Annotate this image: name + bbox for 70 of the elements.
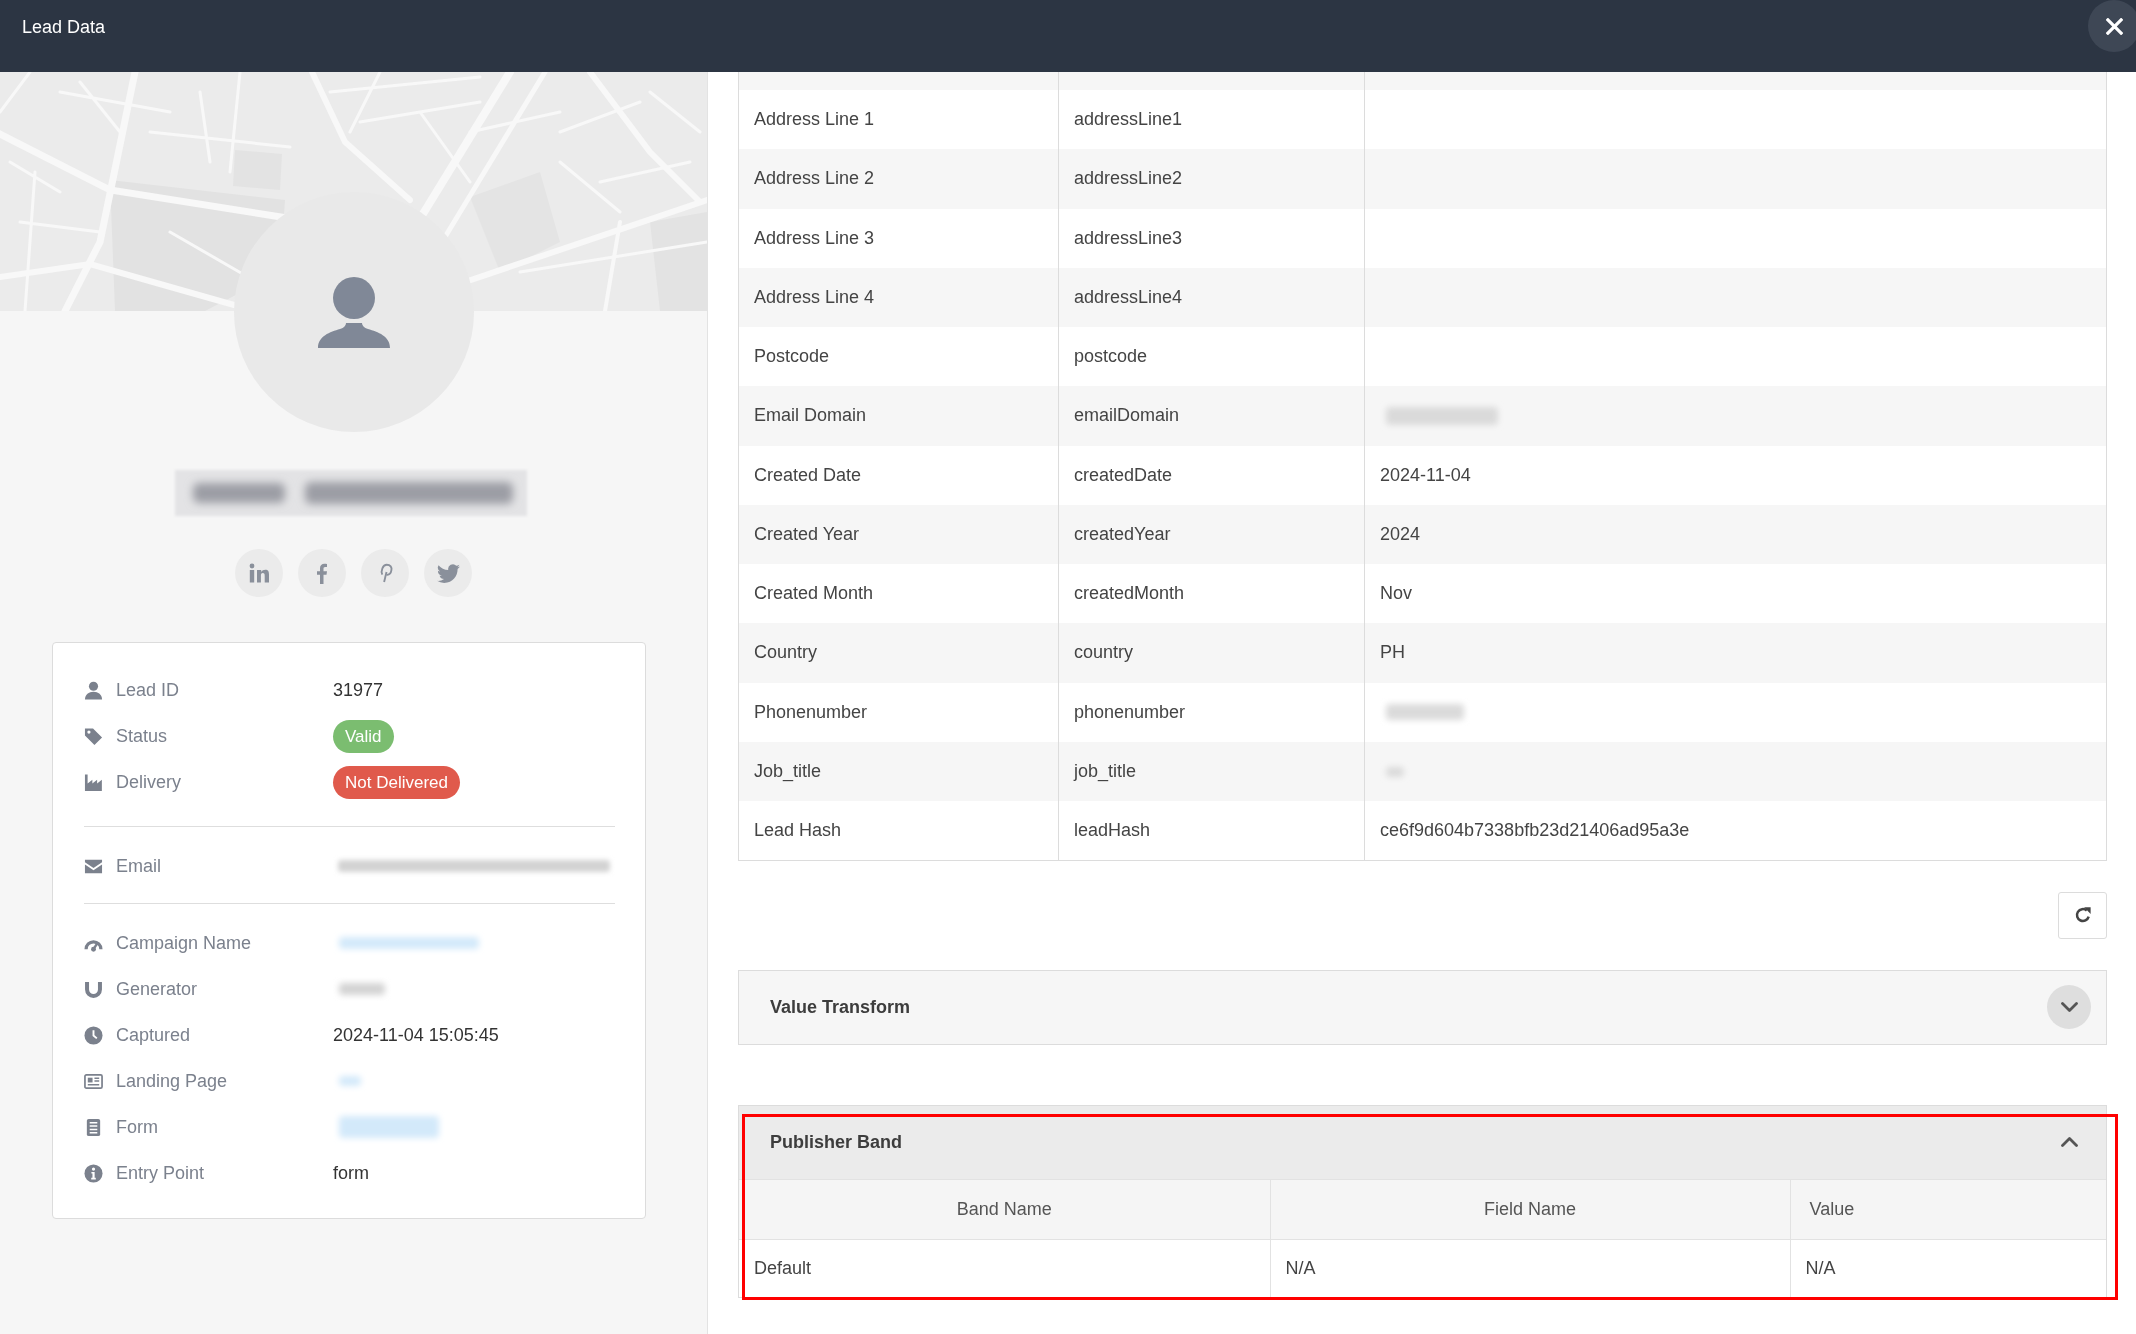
field-value: 31977 bbox=[333, 678, 384, 702]
table-cell: Address Line 4 bbox=[738, 267, 1059, 327]
field-label: Lead ID bbox=[116, 678, 180, 702]
field-label: Email bbox=[116, 854, 161, 878]
factory-icon bbox=[84, 772, 103, 792]
table-cell: N/A bbox=[1270, 1239, 1790, 1298]
user-icon bbox=[84, 680, 103, 700]
table-cell: phonenumber bbox=[1058, 682, 1365, 742]
field-value: 2024-11-04 15:05:45 bbox=[333, 1023, 499, 1047]
status-badge: Valid bbox=[333, 719, 394, 753]
field-label: Landing Page bbox=[116, 1069, 228, 1093]
refresh-icon bbox=[2073, 906, 2092, 925]
facebook-icon bbox=[316, 562, 328, 584]
table-cell: Lead Hash bbox=[738, 801, 1059, 861]
column-header: Field Name bbox=[1270, 1179, 1790, 1240]
field-label: Delivery bbox=[116, 770, 181, 794]
chevron-up-icon bbox=[2060, 1137, 2078, 1148]
twitter-icon bbox=[436, 563, 460, 583]
table-cell: addressLine3 bbox=[1058, 208, 1365, 268]
field-label: Form bbox=[116, 1115, 158, 1139]
table-cell: Country bbox=[738, 623, 1059, 683]
document-icon bbox=[84, 1117, 103, 1137]
table-cell: emailDomain bbox=[1058, 386, 1365, 446]
close-button[interactable] bbox=[2088, 0, 2136, 52]
column-header: Band Name bbox=[739, 1179, 1270, 1240]
table-cell: createdYear bbox=[1058, 504, 1365, 564]
newspaper-icon bbox=[84, 1071, 103, 1091]
table-cell: ce6f9d604b7338bfb23d21406ad95a3e bbox=[1364, 801, 2107, 861]
table-cell: job_title bbox=[1058, 741, 1365, 801]
table-cell: Email Domain bbox=[738, 386, 1059, 446]
panel-title: Value Transform bbox=[770, 995, 911, 1019]
field-label: Campaign Name bbox=[116, 931, 252, 955]
table-cell: Created Date bbox=[738, 445, 1059, 505]
social-link-button[interactable] bbox=[235, 549, 283, 597]
table-cell: Address Line 2 bbox=[738, 149, 1059, 209]
person-icon bbox=[317, 276, 390, 348]
table-cell: PH bbox=[1364, 623, 2107, 683]
refresh-button[interactable] bbox=[2058, 891, 2107, 939]
table-cell: addressLine4 bbox=[1058, 267, 1365, 327]
table-cell: createdDate bbox=[1058, 445, 1365, 505]
table-cell: Address Line 3 bbox=[738, 208, 1059, 268]
field-label: Entry Point bbox=[116, 1161, 205, 1185]
table-cell: Phonenumber bbox=[738, 682, 1059, 742]
status-badge: Not Delivered bbox=[333, 765, 460, 799]
table-cell: Created Year bbox=[738, 504, 1059, 564]
magnet-icon bbox=[84, 979, 103, 999]
table-cell: 2024 bbox=[1364, 504, 2107, 564]
window-title: Lead Data bbox=[22, 16, 106, 38]
field-value: form bbox=[333, 1161, 369, 1185]
expand-toggle-button[interactable] bbox=[2047, 985, 2091, 1030]
field-label: Status bbox=[116, 724, 168, 748]
table-cell: Default bbox=[739, 1239, 1270, 1298]
field-label: Captured bbox=[116, 1023, 191, 1047]
clock-icon bbox=[84, 1025, 103, 1045]
table-cell: N/A bbox=[1790, 1239, 2106, 1298]
column-header: Value bbox=[1790, 1179, 2106, 1240]
close-icon bbox=[2105, 17, 2123, 35]
social-link-button[interactable] bbox=[424, 549, 472, 597]
chevron-down-icon bbox=[2060, 1002, 2078, 1013]
info-icon bbox=[84, 1163, 103, 1183]
table-cell: country bbox=[1058, 623, 1365, 683]
table-cell: leadHash bbox=[1058, 801, 1365, 861]
panel-title: Publisher Band bbox=[770, 1130, 903, 1154]
field-label: Generator bbox=[116, 977, 198, 1001]
tag-icon bbox=[84, 726, 103, 746]
linkedin-icon bbox=[249, 563, 269, 583]
table-cell: Job_title bbox=[738, 741, 1059, 801]
social-link-button[interactable] bbox=[298, 549, 346, 597]
table-cell: addressLine2 bbox=[1058, 149, 1365, 209]
table-cell: 2024-11-04 bbox=[1364, 445, 2107, 505]
